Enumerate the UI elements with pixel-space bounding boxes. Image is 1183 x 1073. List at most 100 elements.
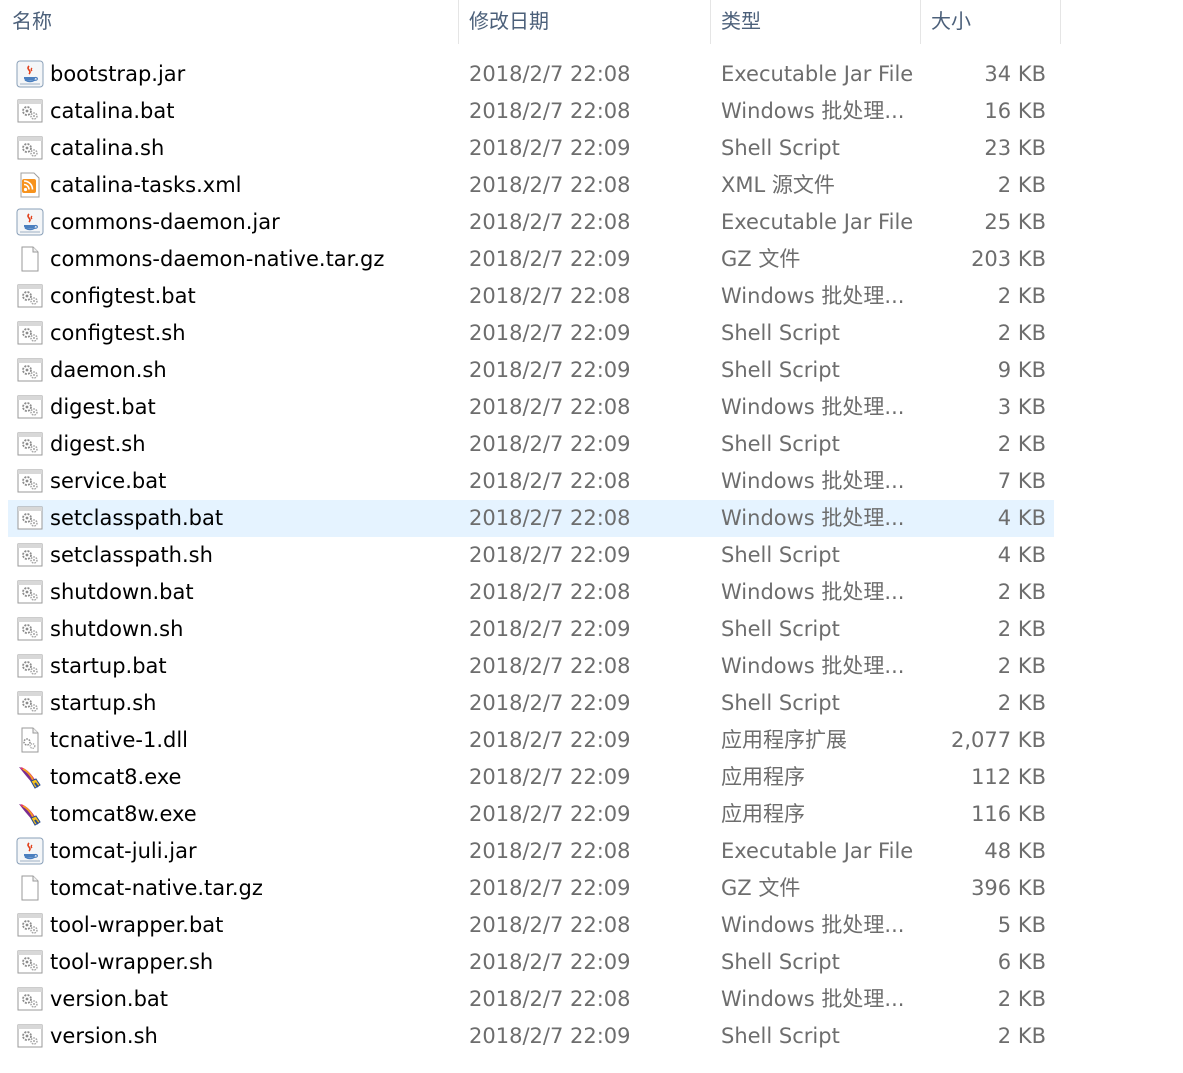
file-modified-date: 2018/2/7 22:09 [469, 802, 631, 826]
file-size: 396 KB [971, 876, 1046, 900]
file-row[interactable]: digest.bat 2018/2/7 22:08 Windows 批处理... 3 … [8, 389, 1054, 426]
file-row[interactable]: tomcat8w.exe 2018/2/7 22:09 应用程序 116 KB [8, 796, 1054, 833]
file-size: 2 KB [997, 1024, 1046, 1048]
file-size: 23 KB [984, 136, 1046, 160]
file-type: GZ 文件 [721, 247, 801, 271]
file-row[interactable]: setclasspath.sh 2018/2/7 22:09 Shell Scrip… [8, 537, 1054, 574]
file-modified-date: 2018/2/7 22:09 [469, 876, 631, 900]
file-row[interactable]: commons-daemon-native.tar.gz 2018/2/7 22:… [8, 241, 1054, 278]
batch-file-icon [16, 430, 44, 458]
blank-file-icon [16, 874, 44, 902]
batch-file-icon [16, 97, 44, 125]
file-row[interactable]: service.bat 2018/2/7 22:08 Windows 批处理... 7… [8, 463, 1054, 500]
file-modified-date: 2018/2/7 22:09 [469, 1024, 631, 1048]
batch-file-icon [16, 652, 44, 680]
file-size: 2 KB [997, 617, 1046, 641]
file-size: 16 KB [984, 99, 1046, 123]
tomcat-feather-icon [16, 763, 44, 791]
file-row[interactable]: tool-wrapper.sh 2018/2/7 22:09 Shell Scrip… [8, 944, 1054, 981]
batch-file-icon [16, 393, 44, 421]
file-name: tool-wrapper.bat [50, 913, 224, 937]
file-name: configtest.sh [50, 321, 186, 345]
java-jar-icon [16, 837, 44, 865]
file-row[interactable]: tomcat-juli.jar 2018/2/7 22:08 Executable … [8, 833, 1054, 870]
dll-file-icon [16, 726, 44, 754]
file-row[interactable]: tool-wrapper.bat 2018/2/7 22:08 Windows 批处… [8, 907, 1054, 944]
file-type: Shell Script [721, 691, 840, 715]
file-type: Windows 批处理... [721, 654, 905, 678]
batch-file-icon [16, 282, 44, 310]
file-type: Executable Jar File [721, 62, 914, 86]
file-size: 2 KB [997, 173, 1046, 197]
file-name: bootstrap.jar [50, 62, 186, 86]
file-size: 2 KB [997, 321, 1046, 345]
file-row[interactable]: version.bat 2018/2/7 22:08 Windows 批处理... 2… [8, 981, 1054, 1018]
file-row[interactable]: configtest.sh 2018/2/7 22:09 Shell Script 2… [8, 315, 1054, 352]
file-type: Shell Script [721, 358, 840, 382]
file-type: Windows 批处理... [721, 987, 905, 1011]
file-row[interactable]: digest.sh 2018/2/7 22:09 Shell Script 2 KB [8, 426, 1054, 463]
file-name: setclasspath.sh [50, 543, 213, 567]
column-header-row: 名称 ^ 修改日期 类型 大小 [0, 0, 1061, 44]
file-size: 9 KB [997, 358, 1046, 382]
file-size: 25 KB [984, 210, 1046, 234]
column-header-date[interactable]: 修改日期 [459, 0, 711, 44]
file-size: 112 KB [971, 765, 1046, 789]
batch-file-icon [16, 467, 44, 495]
file-name: catalina-tasks.xml [50, 173, 242, 197]
file-type: Windows 批处理... [721, 395, 905, 419]
file-row[interactable]: shutdown.bat 2018/2/7 22:08 Windows 批处理...… [8, 574, 1054, 611]
file-row[interactable]: startup.bat 2018/2/7 22:08 Windows 批处理... 2… [8, 648, 1054, 685]
file-row[interactable]: tomcat8.exe 2018/2/7 22:09 应用程序 112 KB [8, 759, 1054, 796]
file-modified-date: 2018/2/7 22:08 [469, 839, 631, 863]
file-type: 应用程序 [721, 802, 805, 826]
file-row[interactable]: catalina.sh 2018/2/7 22:09 Shell Script 23 … [8, 130, 1054, 167]
file-modified-date: 2018/2/7 22:09 [469, 136, 631, 160]
file-row[interactable]: startup.sh 2018/2/7 22:09 Shell Script 2 KB [8, 685, 1054, 722]
file-row[interactable]: catalina.bat 2018/2/7 22:08 Windows 批处理...… [8, 93, 1054, 130]
batch-file-icon [16, 541, 44, 569]
file-type: Windows 批处理... [721, 580, 905, 604]
file-size: 116 KB [971, 802, 1046, 826]
file-row[interactable]: tomcat-native.tar.gz 2018/2/7 22:09 GZ 文件 3… [8, 870, 1054, 907]
file-name: configtest.bat [50, 284, 196, 308]
file-size: 2,077 KB [951, 728, 1046, 752]
file-row[interactable]: version.sh 2018/2/7 22:09 Shell Script 2 KB [8, 1018, 1054, 1055]
file-row[interactable]: daemon.sh 2018/2/7 22:09 Shell Script 9 KB [8, 352, 1054, 389]
file-row[interactable]: setclasspath.bat 2018/2/7 22:08 Windows 批处… [8, 500, 1054, 537]
xml-rss-icon [16, 171, 44, 199]
file-name: tomcat-juli.jar [50, 839, 197, 863]
batch-file-icon [16, 319, 44, 347]
file-explorer: 名称 ^ 修改日期 类型 大小 bootstrap.jar 2018/2/7 22… [0, 0, 1183, 1073]
file-size: 2 KB [997, 432, 1046, 456]
file-modified-date: 2018/2/7 22:08 [469, 173, 631, 197]
file-row[interactable]: configtest.bat 2018/2/7 22:08 Windows 批处理.… [8, 278, 1054, 315]
file-type: Windows 批处理... [721, 469, 905, 493]
file-type: Executable Jar File [721, 210, 914, 234]
file-type: 应用程序扩展 [721, 728, 847, 752]
batch-file-icon [16, 689, 44, 717]
file-modified-date: 2018/2/7 22:09 [469, 617, 631, 641]
file-name: version.bat [50, 987, 169, 1011]
file-name: tomcat8.exe [50, 765, 182, 789]
batch-file-icon [16, 504, 44, 532]
file-modified-date: 2018/2/7 22:09 [469, 765, 631, 789]
file-row[interactable]: commons-daemon.jar 2018/2/7 22:08 Executab… [8, 204, 1054, 241]
file-modified-date: 2018/2/7 22:08 [469, 913, 631, 937]
file-size: 48 KB [984, 839, 1046, 863]
file-row[interactable]: catalina-tasks.xml 2018/2/7 22:08 XML 源文件 2… [8, 167, 1054, 204]
column-header-size[interactable]: 大小 [921, 0, 1061, 44]
file-modified-date: 2018/2/7 22:08 [469, 284, 631, 308]
file-row[interactable]: tcnative-1.dll 2018/2/7 22:09 应用程序扩展 2,077 … [8, 722, 1054, 759]
file-type: Windows 批处理... [721, 506, 905, 530]
file-size: 2 KB [997, 691, 1046, 715]
file-size: 2 KB [997, 580, 1046, 604]
batch-file-icon [16, 985, 44, 1013]
file-modified-date: 2018/2/7 22:08 [469, 62, 631, 86]
file-type: Shell Script [721, 321, 840, 345]
file-row[interactable]: bootstrap.jar 2018/2/7 22:08 Executable Ja… [8, 56, 1054, 93]
file-name: digest.sh [50, 432, 146, 456]
file-name: digest.bat [50, 395, 156, 419]
file-row[interactable]: shutdown.sh 2018/2/7 22:09 Shell Script 2 K… [8, 611, 1054, 648]
column-header-type[interactable]: 类型 [711, 0, 921, 44]
